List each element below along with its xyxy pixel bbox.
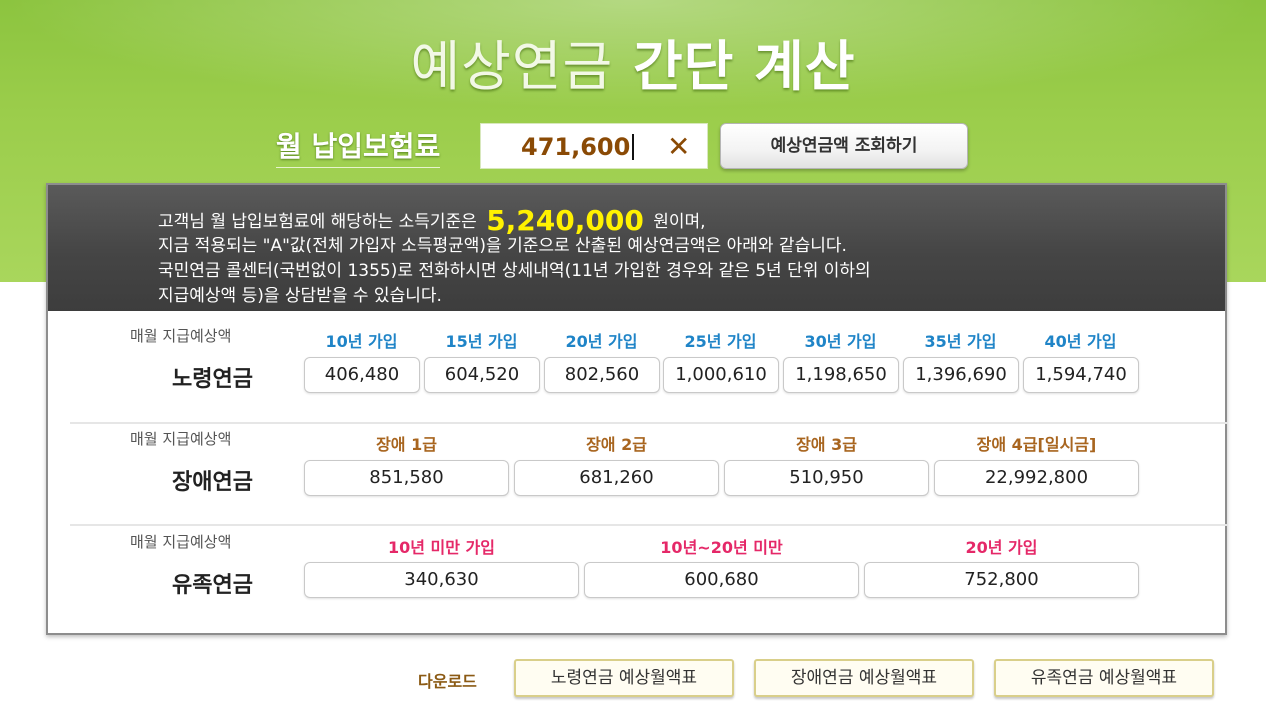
query-pension-button[interactable]: 예상연금액 조회하기 xyxy=(720,123,968,169)
text-caret xyxy=(632,134,634,160)
old-age-value: 1,000,610 xyxy=(663,357,779,393)
page-title: 예상연금 간단 계산 xyxy=(0,22,1266,101)
old-age-value: 1,594,740 xyxy=(1023,357,1139,393)
download-survivor-table-button[interactable]: 유족연금 예상월액표 xyxy=(994,659,1214,697)
disability-header: 장애 4급[일시금] xyxy=(976,435,1097,454)
info-line-4: 지급예상액 등)을 상담받을 수 있습니다. xyxy=(158,286,442,306)
old-age-sub-label: 매월 지급예상액 xyxy=(130,327,232,345)
info-line-1: 고객님 월 납입보험료에 해당하는 소득기준은 5,240,000 원이며, xyxy=(158,201,706,237)
old-age-value: 1,198,650 xyxy=(783,357,899,393)
download-old-age-table-button[interactable]: 노령연금 예상월액표 xyxy=(514,659,734,697)
old-age-header: 40년 가입 xyxy=(1044,332,1117,351)
old-age-header: 10년 가입 xyxy=(325,332,398,351)
survivor-value: 752,800 xyxy=(864,562,1139,598)
disability-header: 장애 3급 xyxy=(796,435,857,454)
survivor-value: 600,680 xyxy=(584,562,859,598)
disability-header: 장애 1급 xyxy=(376,435,437,454)
clear-icon[interactable]: ✕ xyxy=(667,130,690,163)
monthly-premium-label: 월 납입보험료 xyxy=(276,125,441,168)
info-line-3: 국민연금 콜센터(국번없이 1355)로 전화하시면 상세내역(11년 가입한 … xyxy=(158,261,871,281)
old-age-value: 604,520 xyxy=(424,357,540,393)
old-age-header: 20년 가입 xyxy=(565,332,638,351)
old-age-header: 15년 가입 xyxy=(445,332,518,351)
old-age-header: 35년 가입 xyxy=(924,332,997,351)
old-age-value: 1,396,690 xyxy=(903,357,1019,393)
old-age-label: 노령연금 xyxy=(172,367,253,392)
disability-value: 22,992,800 xyxy=(934,460,1139,496)
monthly-premium-value[interactable]: 471,600 xyxy=(521,133,630,161)
survivor-sub-label: 매월 지급예상액 xyxy=(130,533,232,551)
survivor-value: 340,630 xyxy=(304,562,579,598)
section-divider xyxy=(70,422,1228,424)
disability-label: 장애연금 xyxy=(172,470,253,495)
download-label: 다운로드 xyxy=(418,672,477,691)
info-line-1-suffix: 원이며, xyxy=(653,212,706,232)
result-panel: 고객님 월 납입보험료에 해당하는 소득기준은 5,240,000 원이며, 지… xyxy=(46,183,1228,635)
disability-header: 장애 2급 xyxy=(586,435,647,454)
survivor-header: 10년 미만 가입 xyxy=(387,538,495,557)
title-part2: 간단 계산 xyxy=(633,35,856,98)
disability-value: 851,580 xyxy=(304,460,509,496)
disability-value: 681,260 xyxy=(514,460,719,496)
info-line-1-prefix: 고객님 월 납입보험료에 해당하는 소득기준은 xyxy=(158,212,477,232)
info-line-2: 지금 적용되는 "A"값(전체 가입자 소득평균액)을 기준으로 산출된 예상연… xyxy=(158,236,847,256)
survivor-header: 10년~20년 미만 xyxy=(660,538,783,557)
monthly-premium-input[interactable]: 471,600 ✕ xyxy=(480,123,708,169)
survivor-label: 유족연금 xyxy=(172,573,253,598)
disability-value: 510,950 xyxy=(724,460,929,496)
old-age-value: 406,480 xyxy=(304,357,420,393)
download-disability-table-button[interactable]: 장애연금 예상월액표 xyxy=(754,659,974,697)
old-age-value: 802,560 xyxy=(544,357,660,393)
info-box: 고객님 월 납입보험료에 해당하는 소득기준은 5,240,000 원이며, 지… xyxy=(48,185,1225,311)
old-age-header: 30년 가입 xyxy=(804,332,877,351)
title-part1: 예상연금 xyxy=(410,35,614,98)
disability-sub-label: 매월 지급예상액 xyxy=(130,430,232,448)
section-divider xyxy=(70,524,1228,526)
old-age-header: 25년 가입 xyxy=(684,332,757,351)
survivor-header: 20년 가입 xyxy=(965,538,1038,557)
